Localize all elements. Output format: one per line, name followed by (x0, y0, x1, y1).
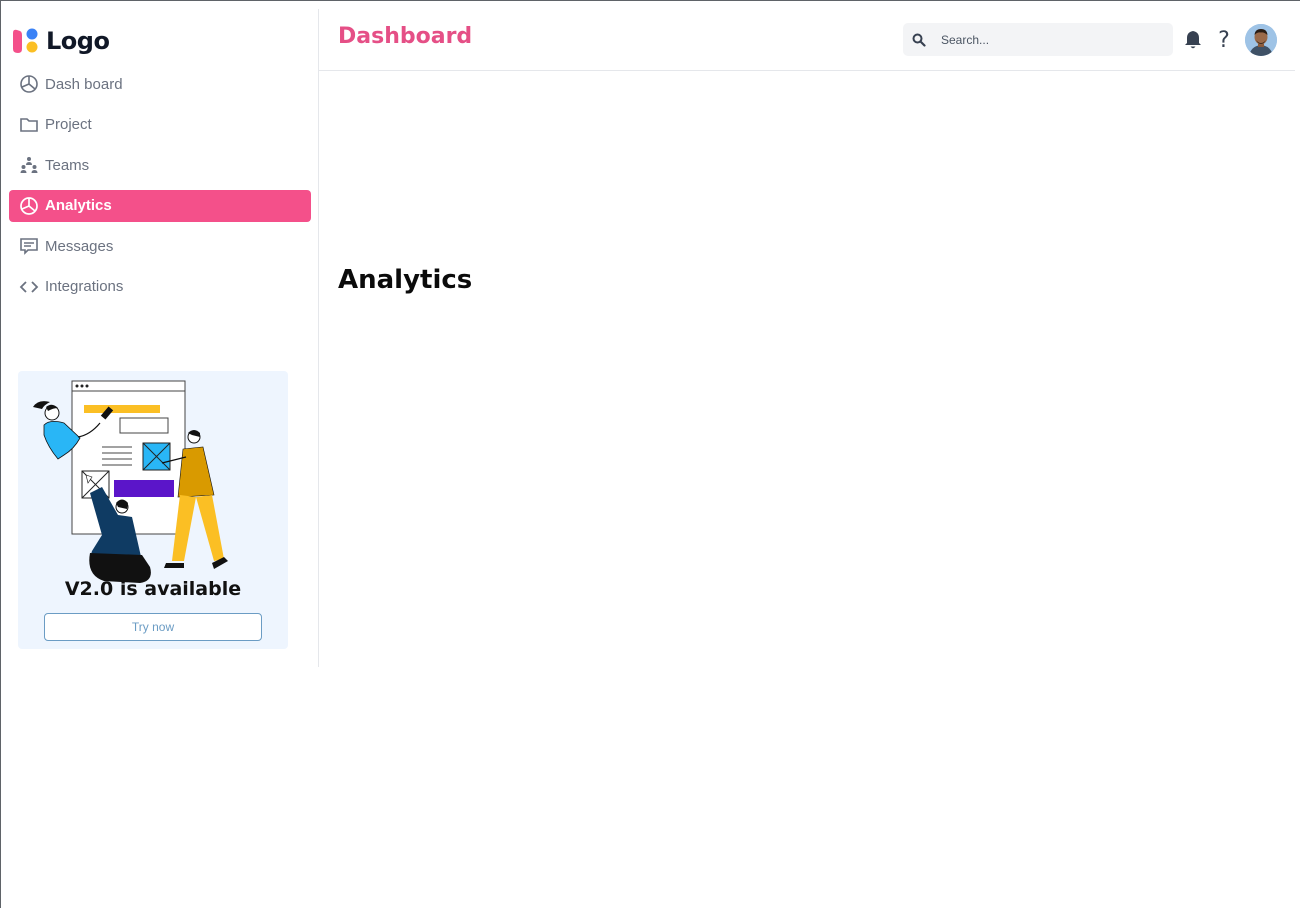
pie-chart-icon (19, 74, 39, 94)
page-title: Dashboard (338, 24, 473, 49)
try-now-button[interactable]: Try now (44, 613, 262, 641)
sidebar-item-label: Analytics (45, 197, 112, 214)
promo-title: V2.0 is available (64, 578, 242, 600)
sidebar-item-label: Integrations (45, 278, 124, 295)
sidebar: Logo Dash board Project Teams Analytics … (2, 9, 319, 667)
sidebar-item-project[interactable]: Project (9, 109, 311, 141)
avatar[interactable] (1245, 24, 1277, 56)
sidebar-nav: Dash board Project Teams Analytics Messa… (9, 68, 311, 311)
message-icon (19, 236, 39, 256)
bell-icon[interactable] (1183, 29, 1203, 51)
sidebar-item-label: Dash board (45, 75, 123, 93)
sidebar-item-label: Teams (45, 156, 90, 174)
sidebar-item-teams[interactable]: Teams (9, 149, 311, 181)
logo[interactable]: Logo (11, 26, 110, 56)
team-collaboration-illustration (33, 380, 228, 583)
sidebar-item-analytics[interactable]: Analytics (9, 189, 311, 222)
content-title: Analytics (338, 265, 473, 295)
logo-text: Logo (46, 27, 110, 55)
top-header: Dashboard ? (319, 9, 1295, 71)
search-box[interactable] (903, 23, 1173, 56)
help-icon[interactable]: ? (1214, 27, 1234, 53)
app-window: Logo Dash board Project Teams Analytics … (0, 0, 1300, 908)
search-icon (912, 33, 926, 47)
folder-icon (19, 115, 39, 135)
upgrade-promo-card: V2.0 is available Try now (18, 371, 288, 649)
sidebar-item-dashboard[interactable]: Dash board (9, 68, 311, 100)
sidebar-item-label: Messages (45, 237, 114, 255)
logo-mark-icon (11, 27, 39, 55)
sidebar-item-messages[interactable]: Messages (9, 230, 311, 262)
sidebar-item-label: Project (45, 116, 92, 133)
code-icon (19, 277, 39, 297)
teams-icon (19, 155, 39, 175)
pie-chart-icon (19, 196, 39, 216)
sidebar-item-integrations[interactable]: Integrations (9, 271, 311, 303)
search-input[interactable] (939, 31, 1163, 48)
